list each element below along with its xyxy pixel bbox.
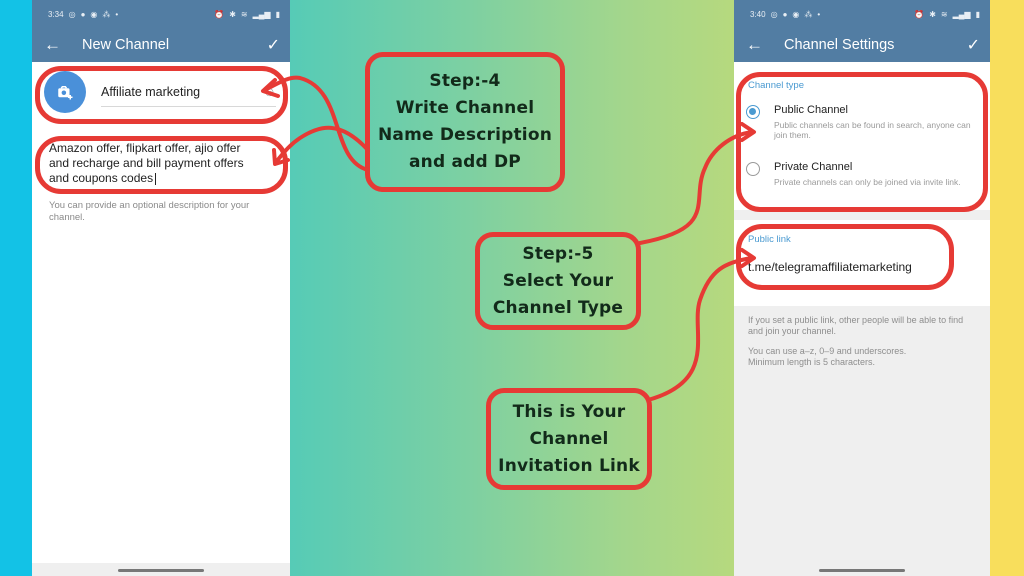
home-indicator[interactable] xyxy=(118,569,204,572)
channel-name-row: Affiliate marketing ☺ xyxy=(44,71,276,113)
camera-add-icon xyxy=(58,86,73,100)
alarm-icon: ⏰ xyxy=(214,9,225,19)
channel-name-value: Affiliate marketing xyxy=(101,84,201,99)
wifi-icon: ≋ xyxy=(940,9,948,19)
dot-icon: • xyxy=(115,9,119,19)
new-channel-screen: 3:34 ◎ ● ◉ ⁂ • ⏰ ✱ ≋ ▂▄▆ ▮ ← New Channel… xyxy=(32,0,290,576)
option-label: Public Channel xyxy=(774,104,848,116)
channel-description-input[interactable]: Amazon offer, flipkart offer, ajio offer… xyxy=(49,141,276,186)
message-icon: ● xyxy=(782,9,788,19)
option-description: Public channels can be found in search, … xyxy=(774,120,971,140)
option-description: Private channels can only be joined via … xyxy=(774,177,961,187)
alarm-icon: ⏰ xyxy=(914,9,925,19)
share-icon: ⁂ xyxy=(804,9,813,19)
status-time: 3:40 xyxy=(750,9,766,19)
channel-type-title: Channel type xyxy=(748,80,804,91)
app-bar: ← New Channel ✓ xyxy=(32,28,290,62)
app-bar: ← Channel Settings ✓ xyxy=(734,28,990,62)
home-indicator[interactable] xyxy=(819,569,905,572)
description-hint: You can provide an optional description … xyxy=(49,200,250,223)
radio-checked-icon[interactable] xyxy=(746,105,760,119)
description-line: and recharge and bill payment offers xyxy=(49,156,244,170)
dot-icon: • xyxy=(817,9,821,19)
confirm-check-icon[interactable]: ✓ xyxy=(267,35,280,55)
status-time: 3:34 xyxy=(48,9,64,19)
back-arrow-icon[interactable]: ← xyxy=(44,35,82,55)
signal-icon: ▂▄▆ xyxy=(252,9,271,19)
channel-type-section: Channel type Public Channel Public chann… xyxy=(734,62,990,210)
navigation-bar xyxy=(32,563,290,576)
back-arrow-icon[interactable]: ← xyxy=(746,35,784,55)
whatsapp-icon: ◎ xyxy=(770,9,778,19)
public-link-input[interactable]: t.me/telegramaffiliatemarketing xyxy=(748,260,912,274)
description-line: and coupons codes xyxy=(49,171,154,185)
status-bar: 3:34 ◎ ● ◉ ⁂ • ⏰ ✱ ≋ ▂▄▆ ▮ xyxy=(32,0,290,28)
background-right-stripe xyxy=(990,0,1024,576)
public-link-title: Public link xyxy=(748,234,791,245)
channel-settings-screen: 3:40 ◎ ● ◉ ⁂ • ⏰ ✱ ≋ ▂▄▆ ▮ ← Channel Set… xyxy=(734,0,990,576)
text-cursor xyxy=(155,172,157,185)
public-channel-option[interactable]: Public Channel Public channels can be fo… xyxy=(746,104,978,140)
description-line: Amazon offer, flipkart offer, ajio offer xyxy=(49,141,241,155)
facebook-icon: ◉ xyxy=(792,9,800,19)
whatsapp-icon: ◎ xyxy=(68,9,76,19)
status-bar: 3:40 ◎ ● ◉ ⁂ • ⏰ ✱ ≋ ▂▄▆ ▮ xyxy=(734,0,990,28)
bluetooth-icon: ✱ xyxy=(929,9,936,19)
page-title: New Channel xyxy=(82,37,170,53)
link-rule-line: Minimum length is 5 characters. xyxy=(748,357,876,367)
channel-name-input[interactable]: Affiliate marketing ☺ xyxy=(101,77,276,107)
radio-unchecked-icon[interactable] xyxy=(746,162,760,176)
set-photo-button[interactable] xyxy=(44,71,86,113)
link-rules-info: You can use a–z, 0–9 and underscores. Mi… xyxy=(748,346,978,368)
emoji-icon[interactable]: ☺ xyxy=(263,84,276,99)
background-gradient xyxy=(290,0,734,576)
battery-icon: ▮ xyxy=(975,9,980,19)
public-link-info: If you set a public link, other people w… xyxy=(748,315,964,336)
bluetooth-icon: ✱ xyxy=(229,9,236,19)
wifi-icon: ≋ xyxy=(240,9,248,19)
option-label: Private Channel xyxy=(774,161,853,173)
background-left-stripe xyxy=(0,0,32,576)
public-link-section: Public link t.me/telegramaffiliatemarket… xyxy=(734,220,990,306)
facebook-icon: ◉ xyxy=(90,9,98,19)
battery-icon: ▮ xyxy=(275,9,280,19)
signal-icon: ▂▄▆ xyxy=(952,9,971,19)
confirm-check-icon[interactable]: ✓ xyxy=(967,35,980,55)
link-rule-line: You can use a–z, 0–9 and underscores. xyxy=(748,346,907,356)
message-icon: ● xyxy=(80,9,86,19)
page-title: Channel Settings xyxy=(784,37,895,53)
share-icon: ⁂ xyxy=(102,9,111,19)
private-channel-option[interactable]: Private Channel Private channels can onl… xyxy=(746,161,978,187)
